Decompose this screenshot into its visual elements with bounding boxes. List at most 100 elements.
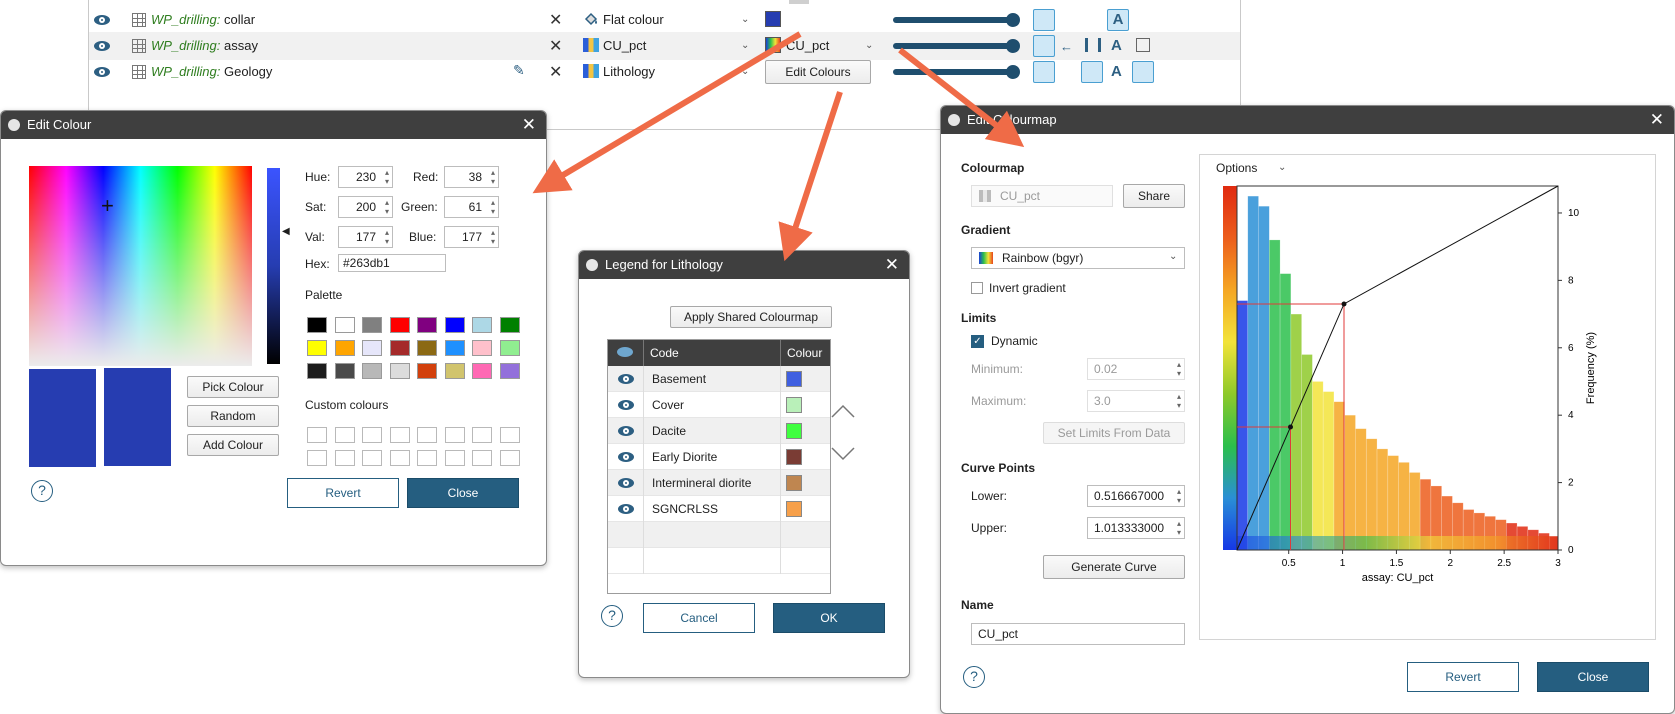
palette-swatch[interactable] (472, 340, 492, 356)
green-spinbox[interactable]: 61 (444, 196, 499, 218)
legend-colour-swatch[interactable] (786, 449, 802, 465)
legend-row[interactable]: Basement (608, 366, 830, 392)
palette-swatch[interactable] (444, 363, 465, 379)
custom-colour-slot[interactable] (417, 450, 437, 466)
move-up-chevron-icon[interactable] (829, 401, 857, 429)
colour-mode-select[interactable]: Flat colour (603, 12, 664, 27)
invert-gradient-checkbox[interactable] (971, 282, 983, 294)
object-row-collar[interactable]: WP_drilling: collar ✕ Flat colour ⌄ A (89, 6, 1240, 34)
visibility-eye-icon[interactable] (618, 452, 634, 462)
move-down-chevron-icon[interactable] (829, 444, 857, 472)
clipping-toggle-icon[interactable] (1033, 9, 1055, 31)
chevron-down-icon[interactable]: ⌄ (1169, 251, 1177, 262)
help-icon[interactable]: ? (31, 480, 53, 502)
opacity-slider-track[interactable] (893, 17, 1011, 23)
palette-swatch[interactable] (307, 363, 327, 379)
legend-row[interactable]: SGNCRLSS (608, 496, 830, 522)
legend-toggle-icon[interactable] (1132, 61, 1154, 83)
edit-colours-button[interactable]: Edit Colours (765, 60, 871, 84)
colour-column-header[interactable]: Colour (787, 346, 822, 360)
custom-colour-slot[interactable] (307, 427, 327, 443)
remove-icon[interactable]: ✕ (549, 62, 562, 82)
palette-swatch[interactable] (389, 340, 410, 356)
opacity-slider-knob[interactable] (1006, 39, 1020, 53)
visibility-eye-icon[interactable] (618, 478, 634, 488)
palette-swatch[interactable] (362, 340, 382, 356)
legend-row[interactable]: Cover (608, 392, 830, 418)
chevron-down-icon[interactable]: ⌄ (741, 66, 749, 77)
custom-colour-slot[interactable] (334, 427, 355, 443)
labels-icon[interactable]: A (1111, 63, 1122, 80)
palette-swatch[interactable] (417, 340, 437, 356)
remove-icon[interactable]: ✕ (549, 10, 562, 30)
pick-colour-button[interactable]: Pick Colour (187, 376, 279, 398)
legend-colour-swatch[interactable] (786, 501, 802, 517)
palette-swatch[interactable] (389, 363, 410, 379)
legend-row[interactable]: Intermineral diorite (608, 470, 830, 496)
palette-swatch[interactable] (334, 340, 355, 356)
visibility-eye-icon[interactable] (94, 15, 110, 25)
colour-mode-select[interactable]: Lithology (603, 64, 655, 79)
palette-swatch[interactable] (472, 317, 492, 333)
object-row-assay[interactable]: WP_drilling: assay ✕ CU_pct ⌄ CU_pct ⌄ ←… (89, 32, 1240, 60)
legend-row[interactable]: Early Diorite (608, 444, 830, 470)
custom-colour-slot[interactable] (472, 450, 492, 466)
add-colour-button[interactable]: Add Colour (187, 434, 279, 456)
custom-colour-slot[interactable] (362, 427, 382, 443)
palette-swatch[interactable] (499, 363, 520, 379)
palette-swatch[interactable] (389, 317, 410, 333)
clipping-toggle-icon[interactable] (1033, 35, 1055, 57)
custom-colour-slot[interactable] (472, 427, 492, 443)
blue-spinbox[interactable]: 177 (444, 226, 499, 248)
custom-colour-slot[interactable] (334, 450, 355, 466)
help-icon[interactable]: ? (963, 666, 985, 688)
value-slider[interactable] (267, 168, 280, 364)
gradient-select[interactable]: Rainbow (bgyr) (971, 247, 1185, 269)
upper-spinbox[interactable]: 1.013333000 (1087, 517, 1185, 539)
opacity-slider-track[interactable] (893, 69, 1011, 75)
palette-swatch[interactable] (499, 340, 520, 356)
palette-swatch[interactable] (472, 363, 492, 379)
red-spinbox[interactable]: 38 (444, 166, 499, 188)
labels-icon[interactable]: A (1111, 37, 1122, 54)
colourmap-name-input[interactable]: CU_pct (971, 623, 1185, 645)
opacity-slider-knob[interactable] (1006, 65, 1020, 79)
cancel-button[interactable]: Cancel (643, 603, 755, 633)
histogram-chart[interactable]: 0.5 1 1.5 2 2.5 30 2 4 6 8 10 assay: CU_pct Frequenc… (1200, 155, 1655, 639)
legend-row[interactable] (608, 548, 830, 574)
code-column-header[interactable]: Code (650, 346, 679, 360)
legend-colour-swatch[interactable] (786, 397, 802, 413)
opacity-slider-knob[interactable] (1006, 13, 1020, 27)
palette-swatch[interactable] (307, 340, 327, 356)
custom-colour-slot[interactable] (362, 450, 382, 466)
close-button[interactable]: Close (1537, 662, 1649, 692)
palette-swatch[interactable] (362, 363, 382, 379)
legend-icon[interactable] (1136, 38, 1150, 52)
palette-swatch[interactable] (362, 317, 382, 333)
visibility-header-icon[interactable] (617, 347, 633, 357)
visibility-eye-icon[interactable] (618, 426, 634, 436)
custom-colour-slot[interactable] (307, 450, 327, 466)
share-button[interactable]: Share (1123, 184, 1185, 208)
palette-swatch[interactable] (444, 340, 465, 356)
close-icon[interactable]: ✕ (522, 111, 536, 139)
sat-spinbox[interactable]: 200 (338, 196, 393, 218)
palette-swatch[interactable] (444, 317, 465, 333)
apply-shared-colourmap-button[interactable]: Apply Shared Colourmap (670, 306, 832, 328)
connector-icon[interactable]: ← (1060, 39, 1073, 54)
legend-colour-swatch[interactable] (786, 423, 802, 439)
palette-swatch[interactable] (334, 317, 355, 333)
palette-swatch[interactable] (417, 317, 437, 333)
colour-mode-select[interactable]: CU_pct (603, 38, 646, 53)
palette-swatch[interactable] (334, 363, 355, 379)
close-button[interactable]: Close (407, 478, 519, 508)
clipping-toggle-icon[interactable] (1033, 61, 1055, 83)
custom-colour-slot[interactable] (417, 427, 437, 443)
palette-swatch[interactable] (417, 363, 437, 379)
hue-saturation-picker[interactable]: + (29, 166, 252, 366)
custom-colour-slot[interactable] (389, 450, 410, 466)
value-slider-arrow-icon[interactable]: ◀ (282, 226, 290, 237)
object-row-geology[interactable]: WP_drilling: Geology ✎ ✕ Lithology ⌄ Edi… (89, 58, 1240, 86)
graph-toggle-icon[interactable] (1081, 61, 1103, 83)
labels-toggle-icon[interactable]: A (1107, 9, 1129, 31)
